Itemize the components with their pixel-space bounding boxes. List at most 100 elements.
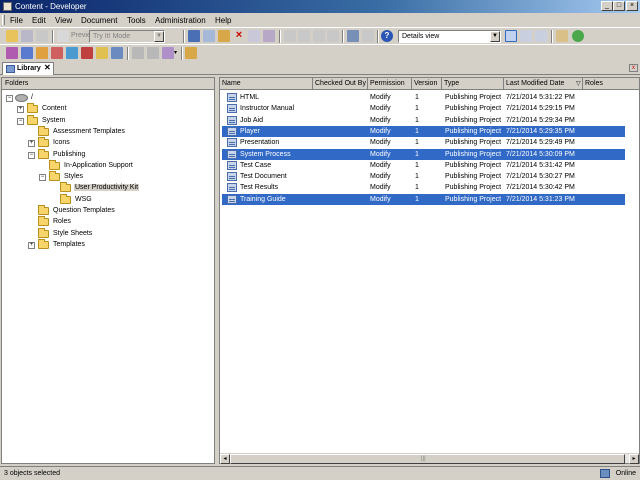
expand-icon[interactable]: +	[17, 106, 24, 114]
minimize-button[interactable]: _	[601, 1, 613, 11]
selection-status: 3 objects selected	[4, 470, 61, 477]
new-section-icon[interactable]	[21, 47, 33, 59]
attachment-icon[interactable]	[147, 47, 159, 59]
new-topic-icon[interactable]	[36, 47, 48, 59]
column-header-type[interactable]: Type	[442, 78, 504, 90]
undo-icon[interactable]	[284, 30, 296, 42]
cell-type: Publishing Project	[445, 173, 502, 181]
scroll-thumb[interactable]: |||	[230, 454, 625, 464]
menu-file[interactable]: File	[10, 16, 23, 25]
new-question-icon[interactable]	[96, 47, 108, 59]
tab-library[interactable]: Library ✕	[2, 62, 54, 75]
tree-node[interactable]: User Productivity Kit	[50, 182, 230, 194]
open-icon[interactable]	[6, 30, 18, 42]
collapse-icon[interactable]: −	[6, 95, 13, 102]
menu-help[interactable]: Help	[215, 16, 231, 25]
menu-tools[interactable]: Tools	[127, 16, 146, 25]
copy-icon[interactable]	[203, 30, 215, 42]
cell-version: 1	[415, 116, 419, 124]
menu-administration[interactable]: Administration	[155, 16, 206, 25]
horizontal-scrollbar[interactable]: ◂ ||| ▸	[220, 453, 639, 464]
split-view-icon[interactable]	[520, 30, 532, 42]
tree-node[interactable]: + Templates	[28, 238, 208, 251]
tree-node[interactable]: + Content	[17, 103, 197, 115]
tree-node[interactable]: Style Sheets	[28, 227, 208, 240]
view-combo[interactable]: Details view ▼	[398, 30, 501, 43]
new-glossary-icon[interactable]	[111, 47, 123, 59]
new-assessment-icon[interactable]	[81, 47, 93, 59]
expand-icon[interactable]: +	[28, 140, 35, 148]
rename-icon[interactable]	[248, 30, 260, 42]
new-package-icon[interactable]	[66, 47, 78, 59]
mode-combo[interactable]: Try It! Mode ▼	[89, 30, 165, 43]
new-module-icon[interactable]	[6, 47, 18, 59]
column-header-checked-out-by[interactable]: Checked Out By	[313, 78, 368, 90]
table-row[interactable]: Test Results Modify 1 Publishing Project 7/2…	[222, 182, 625, 193]
paste-icon[interactable]	[218, 30, 230, 42]
column-header-version[interactable]: Version	[412, 78, 442, 90]
close-button[interactable]: ×	[626, 1, 638, 11]
preview-icon[interactable]	[57, 30, 69, 42]
collapse-icon[interactable]	[313, 30, 325, 42]
table-row[interactable]: Test Case Modify 1 Publishing Project 7/21/2…	[222, 160, 625, 171]
expand-icon[interactable]	[327, 30, 339, 42]
replace-icon[interactable]	[362, 30, 374, 42]
properties-icon[interactable]	[556, 30, 568, 42]
close-icon[interactable]: x	[629, 64, 638, 72]
chevron-down-icon[interactable]: ▼	[154, 31, 164, 42]
publishing-project-icon	[227, 149, 237, 159]
table-row[interactable]: Job Aid Modify 1 Publishing Project 7/21/201…	[222, 115, 625, 126]
chevron-down-icon[interactable]: ▼	[490, 31, 500, 42]
tree-node[interactable]: + Icons	[28, 137, 208, 149]
scroll-left-button[interactable]: ◂	[220, 454, 230, 464]
delete-icon[interactable]: ×	[233, 30, 245, 42]
table-row[interactable]: Instructor Manual Modify 1 Publishing Proje…	[222, 103, 625, 114]
tree-node[interactable]: Roles	[28, 216, 208, 228]
cell-version: 1	[415, 139, 419, 147]
table-row[interactable]: System Process Modify 1 Publishing Project 7…	[222, 148, 625, 160]
cell-name: Player	[240, 127, 260, 135]
table-row[interactable]: Training Guide Modify 1 Publishing Project 7…	[222, 193, 625, 205]
collapse-icon[interactable]: −	[28, 151, 35, 159]
collapse-icon[interactable]: −	[39, 174, 46, 182]
close-icon[interactable]: ✕	[44, 63, 51, 72]
binoculars-icon[interactable]	[347, 30, 359, 42]
collapse-icon[interactable]: −	[17, 117, 24, 125]
column-header-roles[interactable]: Roles	[583, 78, 639, 90]
details-view-icon[interactable]	[505, 30, 517, 42]
columns-view-icon[interactable]	[535, 30, 547, 42]
new-web-page-icon[interactable]	[51, 47, 63, 59]
find-icon[interactable]	[263, 30, 275, 42]
cell-version: 1	[415, 195, 419, 203]
toolbar-separator	[52, 30, 54, 43]
column-header-permission[interactable]: Permission	[368, 78, 412, 90]
print-icon[interactable]	[36, 30, 48, 42]
publish-icon[interactable]	[162, 47, 174, 59]
expand-icon[interactable]: +	[28, 241, 35, 249]
tree-node[interactable]: Question Templates	[28, 205, 208, 217]
import-icon[interactable]	[185, 47, 197, 59]
column-header-type-label: Type	[444, 80, 460, 87]
table-row[interactable]: Presentation Modify 1 Publishing Project 7/2…	[222, 137, 625, 148]
tree-node[interactable]: In-Application Support	[39, 159, 219, 172]
help-icon[interactable]: ?	[381, 30, 393, 42]
column-header-name[interactable]: Name	[220, 78, 313, 90]
table-row[interactable]: Test Document Modify 1 Publishing Project 7/…	[222, 171, 625, 182]
tree-node[interactable]: WSG	[50, 193, 230, 206]
maximize-button[interactable]: □	[613, 1, 625, 11]
redo-icon[interactable]	[298, 30, 310, 42]
status-bar: 3 objects selected Online	[0, 466, 640, 480]
scroll-right-button[interactable]: ▸	[629, 454, 639, 464]
table-row[interactable]: HTML Modify 1 Publishing Project 7/21/2014 5…	[222, 92, 625, 103]
menu-document[interactable]: Document	[81, 16, 117, 25]
refresh-icon[interactable]	[572, 30, 584, 42]
menu-view[interactable]: View	[55, 16, 72, 25]
save-icon[interactable]	[21, 30, 33, 42]
toolbar-separator	[377, 30, 379, 43]
column-header-last-modified[interactable]: Last Modified Date ▽	[504, 78, 583, 90]
table-row[interactable]: Player Modify 1 Publishing Project 7/21/2014…	[222, 125, 625, 137]
tree-node[interactable]: Assessment Templates	[28, 125, 208, 138]
link-icon[interactable]	[132, 47, 144, 59]
menu-edit[interactable]: Edit	[32, 16, 46, 25]
cut-icon[interactable]	[188, 30, 200, 42]
